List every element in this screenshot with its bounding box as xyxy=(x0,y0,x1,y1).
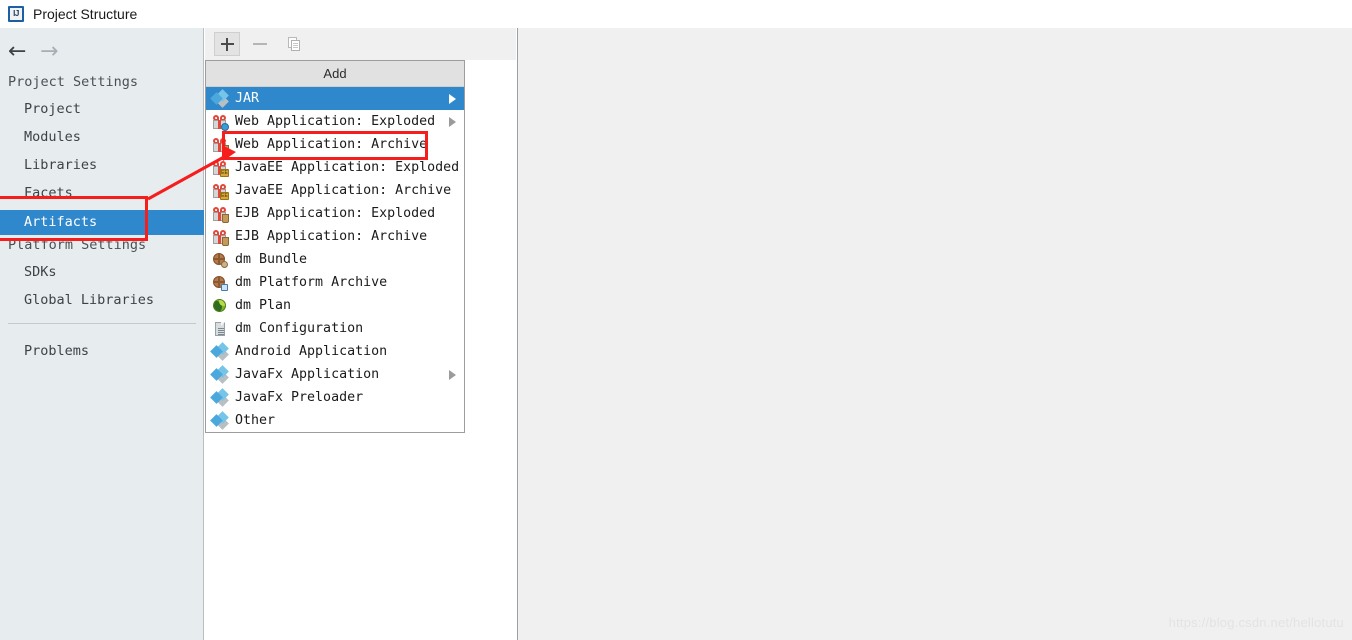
add-button[interactable] xyxy=(214,32,240,56)
blue-diamond-icon xyxy=(210,387,229,407)
menu-item-label: JavaEE Application: Exploded xyxy=(235,160,460,175)
menu-item-javafx-application[interactable]: JavaFx Application xyxy=(206,363,464,386)
menu-item-label: EJB Application: Exploded xyxy=(235,206,436,221)
blue-diamond-icon xyxy=(210,341,229,361)
sidebar-item-project[interactable]: Project xyxy=(0,98,204,120)
artifacts-toolbar xyxy=(205,28,516,60)
blue-diamond-icon xyxy=(210,88,229,108)
window-title-bar: Project Structure xyxy=(0,0,1352,28)
arrow-left-icon[interactable]: ← xyxy=(8,41,26,63)
dm-sphere-icon xyxy=(212,275,228,291)
menu-item-javaee-application-archive[interactable]: EE JavaEE Application: Archive xyxy=(206,179,464,202)
arrow-right-icon[interactable]: → xyxy=(40,41,58,63)
menu-item-label: JavaFx Application xyxy=(235,367,380,382)
chevron-right-icon xyxy=(449,116,456,127)
menu-item-dm-bundle[interactable]: dm Bundle xyxy=(206,248,464,271)
menu-item-other[interactable]: Other xyxy=(206,409,464,432)
watermark: https://blog.csdn.net/hellotutu xyxy=(1168,615,1344,630)
sidebar-item-facets[interactable]: Facets xyxy=(0,182,204,204)
dm-sphere-icon xyxy=(212,252,228,268)
sidebar-divider xyxy=(8,323,196,324)
menu-item-label: dm Plan xyxy=(235,298,292,313)
popup-menu-header: Add xyxy=(206,61,464,87)
menu-item-label: dm Configuration xyxy=(235,321,364,336)
menu-item-javafx-preloader[interactable]: JavaFx Preloader xyxy=(206,386,464,409)
menu-item-label: dm Bundle xyxy=(235,252,308,267)
green-leaf-icon xyxy=(212,298,228,314)
navigation-arrows: ← → xyxy=(0,36,204,70)
gift-box-ejb-icon xyxy=(212,229,229,246)
menu-item-label: Other xyxy=(235,413,276,428)
menu-item-javaee-application-exploded[interactable]: EE JavaEE Application: Exploded xyxy=(206,156,464,179)
menu-item-jar[interactable]: JAR xyxy=(206,87,464,110)
artifact-details-pane xyxy=(517,28,1352,640)
sidebar-item-sdks[interactable]: SDKs xyxy=(0,261,204,283)
add-artifact-popup-menu: Add JAR Web Application: Exploded Web Ap… xyxy=(205,60,465,433)
menu-item-dm-platform-archive[interactable]: dm Platform Archive xyxy=(206,271,464,294)
chevron-right-icon xyxy=(449,369,456,380)
remove-button[interactable] xyxy=(248,32,274,56)
gift-box-web-icon xyxy=(212,114,229,131)
copy-button[interactable] xyxy=(282,32,308,56)
menu-item-dm-configuration[interactable]: dm Configuration xyxy=(206,317,464,340)
sidebar-item-modules[interactable]: Modules xyxy=(0,126,204,148)
sidebar-group-project-settings: Project Settings xyxy=(8,74,139,90)
menu-item-ejb-application-exploded[interactable]: EJB Application: Exploded xyxy=(206,202,464,225)
minus-icon xyxy=(248,32,274,56)
plus-icon xyxy=(215,33,239,55)
menu-item-label: Android Application xyxy=(235,344,388,359)
gift-box-ejb-icon xyxy=(212,206,229,223)
blue-diamond-icon xyxy=(210,410,229,430)
sidebar-item-artifacts[interactable]: Artifacts xyxy=(0,210,204,235)
menu-item-ejb-application-archive[interactable]: EJB Application: Archive xyxy=(206,225,464,248)
copy-icon xyxy=(288,37,300,51)
document-icon xyxy=(212,321,228,337)
menu-item-label: JAR xyxy=(235,91,260,106)
menu-item-label: Web Application: Archive xyxy=(235,137,428,152)
gift-box-ee-icon: EE xyxy=(212,183,229,200)
gift-box-web-icon xyxy=(212,137,229,154)
menu-item-web-application-archive[interactable]: Web Application: Archive xyxy=(206,133,464,156)
menu-item-label: EJB Application: Archive xyxy=(235,229,428,244)
sidebar-item-libraries[interactable]: Libraries xyxy=(0,154,204,176)
menu-item-label: JavaFx Preloader xyxy=(235,390,364,405)
menu-item-label: dm Platform Archive xyxy=(235,275,388,290)
menu-item-label: JavaEE Application: Archive xyxy=(235,183,452,198)
blue-diamond-icon xyxy=(210,364,229,384)
chevron-right-icon xyxy=(449,93,456,104)
menu-item-android-application[interactable]: Android Application xyxy=(206,340,464,363)
settings-sidebar: ← → Project Settings Project Modules Lib… xyxy=(0,28,204,640)
gift-box-ee-icon: EE xyxy=(212,160,229,177)
menu-item-dm-plan[interactable]: dm Plan xyxy=(206,294,464,317)
sidebar-group-platform-settings: Platform Settings xyxy=(8,237,147,253)
sidebar-item-problems[interactable]: Problems xyxy=(0,340,204,362)
sidebar-item-global-libraries[interactable]: Global Libraries xyxy=(0,289,204,311)
intellij-idea-icon xyxy=(8,6,24,22)
menu-item-label: Web Application: Exploded xyxy=(235,114,436,129)
menu-item-web-application-exploded[interactable]: Web Application: Exploded xyxy=(206,110,464,133)
window-title: Project Structure xyxy=(33,6,138,22)
